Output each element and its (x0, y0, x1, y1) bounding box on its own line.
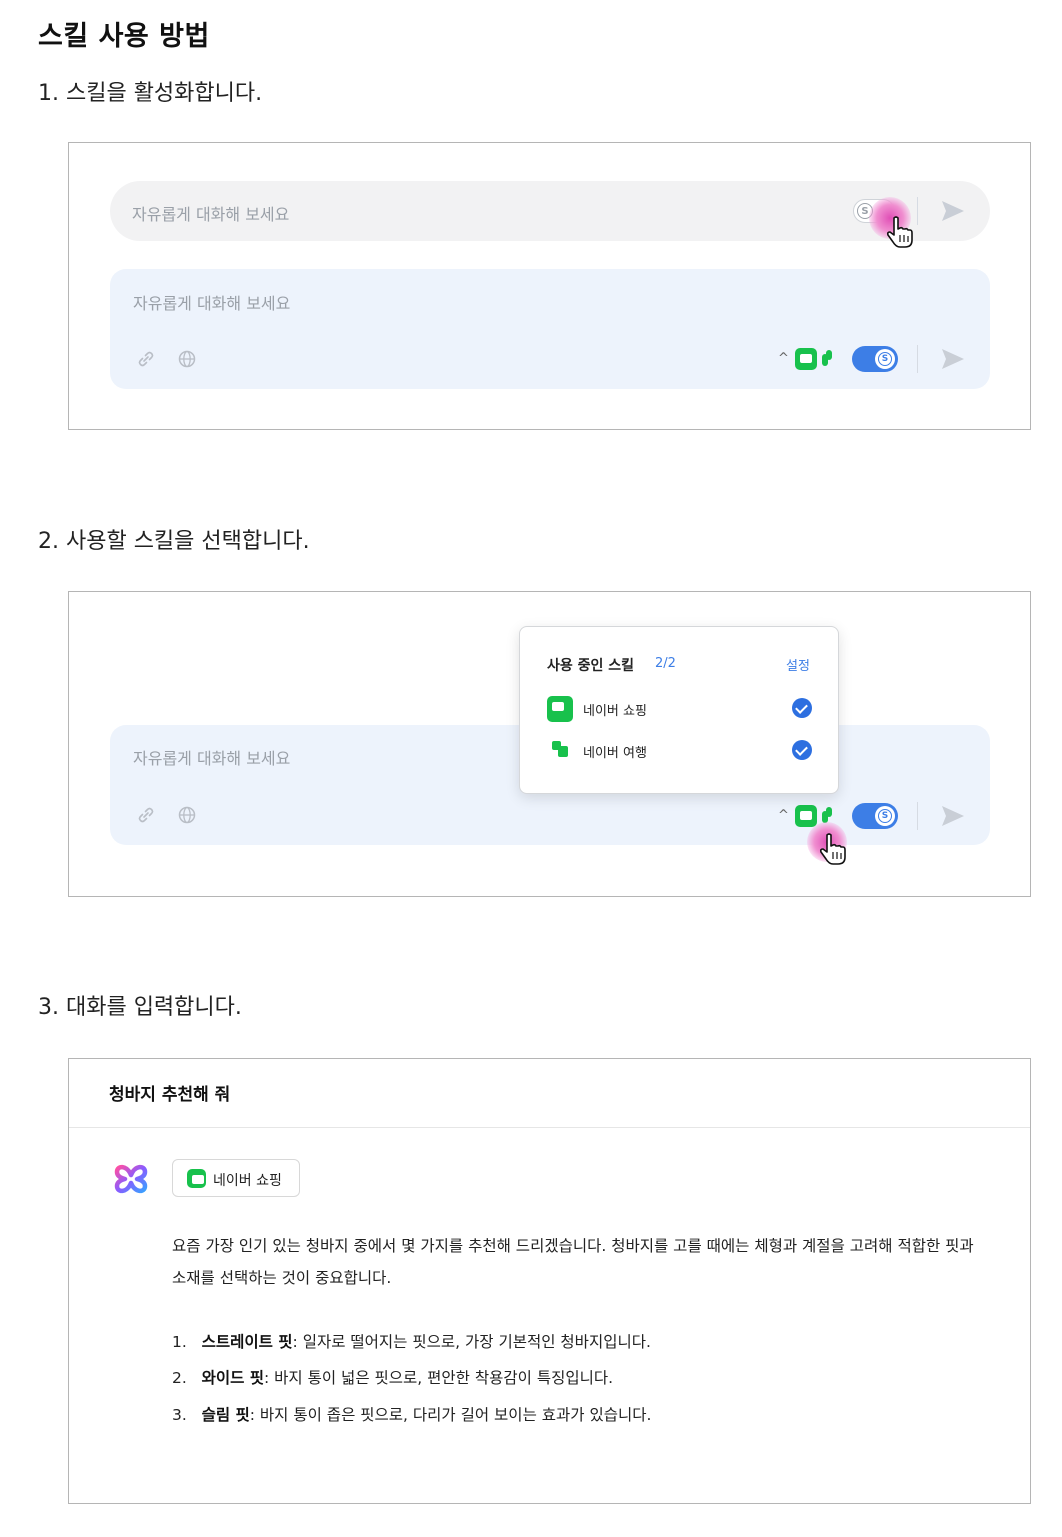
list-desc: : 일자로 떨어지는 핏으로, 가장 기본적인 청바지입니다. (292, 1333, 651, 1351)
skill-chip-shopping[interactable]: 네이버 쇼핑 (172, 1159, 300, 1197)
skill-chip-label: 네이버 쇼핑 (213, 1173, 282, 1189)
step-2-text: 2. 사용할 스킬을 선택합니다. (38, 529, 310, 554)
list-desc: : 바지 통이 넓은 핏으로, 편안한 착용감이 특징입니다. (264, 1369, 614, 1387)
link-icon[interactable] (137, 350, 155, 368)
hand-cursor-icon (886, 216, 913, 248)
list-term: 슬림 핏 (201, 1406, 250, 1424)
check-icon[interactable] (792, 698, 812, 718)
divider (69, 1127, 1030, 1128)
shopping-icon[interactable] (795, 348, 817, 370)
list-number: 1. (172, 1333, 187, 1351)
input-placeholder: 자유롭게 대화해 보세요 (132, 205, 290, 224)
popup-title: 사용 중인 스킬 (547, 658, 635, 674)
shopping-icon (547, 696, 573, 722)
skill-popup: 사용 중인 스킬 2/2 설정 네이버 쇼핑 네이버 여행 (519, 626, 839, 794)
travel-icon[interactable] (822, 350, 832, 368)
skill-item-label: 네이버 여행 (583, 746, 647, 761)
list-term: 와이드 핏 (201, 1369, 265, 1387)
step-2-screenshot: 자유롭게 대화해 보세요 ^ S 사용 중인 스킬 2/2 설정 네이버 쇼핑 … (68, 591, 1031, 897)
divider (917, 345, 918, 373)
skill-item-label: 네이버 쇼핑 (583, 704, 647, 719)
input-placeholder: 자유롭게 대화해 보세요 (133, 749, 291, 768)
popup-count: 2/2 (655, 656, 676, 671)
divider (917, 802, 918, 830)
assistant-logo-icon (114, 1164, 148, 1194)
list-item: 3. 슬림 핏: 바지 통이 좁은 핏으로, 다리가 길어 보이는 효과가 있습… (172, 1403, 651, 1425)
step-1-text: 1. 스킬을 활성화합니다. (38, 81, 263, 106)
chevron-up-icon[interactable]: ^ (778, 808, 789, 823)
chat-input-expanded[interactable]: 자유롭게 대화해 보세요 ^ S (110, 269, 990, 389)
send-icon[interactable] (940, 199, 966, 223)
chat-input-collapsed[interactable]: 자유롭게 대화해 보세요 S (110, 181, 990, 241)
list-number: 2. (172, 1369, 187, 1387)
send-icon[interactable] (940, 347, 966, 371)
hand-cursor-icon (819, 833, 846, 865)
step-1-screenshot: 자유롭게 대화해 보세요 S 자유롭게 대화해 보세요 ^ S (68, 142, 1031, 430)
page-heading: 스킬 사용 방법 (38, 21, 210, 52)
user-message: 청바지 추천해 줘 (109, 1085, 231, 1105)
popup-settings-link[interactable]: 설정 (786, 655, 810, 674)
link-icon[interactable] (137, 806, 155, 824)
list-number: 3. (172, 1406, 187, 1424)
travel-icon (552, 741, 568, 757)
skill-s-icon: S (878, 809, 892, 823)
shopping-icon (187, 1169, 206, 1188)
input-placeholder: 자유롭게 대화해 보세요 (133, 294, 291, 313)
chevron-up-icon[interactable]: ^ (778, 351, 789, 366)
assistant-answer: 요즘 가장 인기 있는 청바지 중에서 몇 가지를 추천해 드리겠습니다. 청바… (172, 1237, 974, 1287)
globe-icon[interactable] (178, 806, 196, 824)
step-3-text: 3. 대화를 입력합니다. (38, 995, 242, 1020)
skill-toggle-on[interactable]: S (852, 346, 898, 372)
globe-icon[interactable] (178, 350, 196, 368)
list-item: 1. 스트레이트 핏: 일자로 떨어지는 핏으로, 가장 기본적인 청바지입니다… (172, 1330, 651, 1352)
check-icon[interactable] (792, 740, 812, 760)
skill-s-icon: S (878, 352, 892, 366)
send-icon[interactable] (940, 804, 966, 828)
list-term: 스트레이트 핏 (201, 1333, 293, 1351)
shopping-icon[interactable] (795, 805, 817, 827)
divider (917, 197, 918, 225)
list-item: 2. 와이드 핏: 바지 통이 넓은 핏으로, 편안한 착용감이 특징입니다. (172, 1366, 613, 1388)
skill-toggle-on[interactable]: S (852, 803, 898, 829)
step-3-screenshot: 청바지 추천해 줘 네이버 쇼핑 요즘 가장 인기 있는 청바지 중에서 몇 가… (68, 1058, 1031, 1504)
list-desc: : 바지 통이 좁은 핏으로, 다리가 길어 보이는 효과가 있습니다. (249, 1406, 652, 1424)
